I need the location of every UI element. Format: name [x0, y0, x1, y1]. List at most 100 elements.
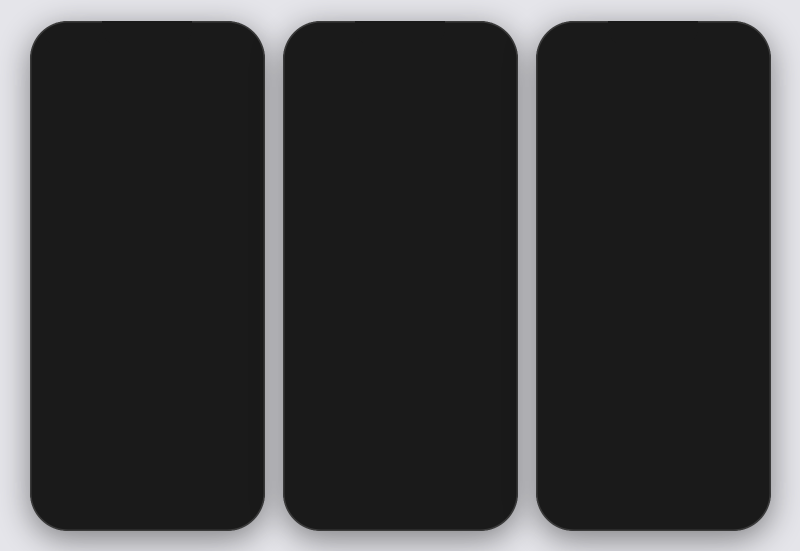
prepare-section: Prepare for New iPhone Make sure everyth… [540, 89, 767, 327]
chevron-iphone-storage [494, 163, 502, 171]
back-chevron-2 [295, 65, 305, 75]
section-group-2b: iPhone Storage Background App Refresh [287, 147, 514, 229]
chevron-legal [494, 503, 502, 511]
wallpaper-icon: 🖼 [44, 521, 70, 527]
list-item-notifications[interactable]: 🔔 Notifications [34, 98, 261, 143]
erase-button[interactable]: Erase All Content and Settings [552, 455, 755, 519]
homescreen-icon: ⊡ [44, 431, 70, 457]
list-item-datetime[interactable]: Date & Time [287, 238, 514, 278]
control-icon: ⊞ [44, 341, 70, 367]
dictionary-label: Dictionary [297, 410, 496, 426]
nav-back-label-3: General [561, 63, 607, 78]
chevron-control [241, 349, 249, 357]
settings-list-1[interactable]: 🔔 Notifications 🔊 Sounds & Haptics 🌙 Foc… [34, 89, 261, 527]
focus-label: Focus [80, 202, 243, 218]
legal-label: Legal & Regulatory [297, 500, 496, 516]
list-item-language[interactable]: Language & Region [287, 358, 514, 398]
homescreen-label: Home Screen [80, 436, 243, 452]
nav-title-2: General [372, 62, 428, 79]
prepare-icon [617, 113, 689, 178]
settings-list-2[interactable]: NFC iPhone Storage Background App Refres… [287, 89, 514, 527]
chevron-display [241, 394, 249, 402]
list-item-homescreen[interactable]: ⊡ Home Screen [34, 422, 261, 467]
list-item-vpn[interactable]: VPN & Device Management [287, 448, 514, 488]
bgrefresh-label: Background App Refresh [297, 200, 496, 216]
prepare-title: Prepare for New iPhone [557, 188, 749, 208]
section-group-2c: Date & Time Keyboard Fonts Language & Re… [287, 237, 514, 439]
list-item-bgrefresh[interactable]: Background App Refresh [287, 188, 514, 228]
nav-bar-3: General Transfer or Reset iPhone [540, 53, 767, 89]
nav-back-3[interactable]: General [550, 63, 607, 78]
vpn-label: VPN & Device Management [297, 459, 496, 475]
time-3: 13:29 [560, 36, 588, 48]
time-2: 13:28 [307, 36, 335, 48]
display-label: Display & Brightness [80, 391, 243, 407]
display-icon: AA [44, 386, 70, 412]
list-item-accessibility[interactable]: ♿ Accessibility [34, 467, 261, 512]
phone-screen-3: 13:29 ▲▲▲ 📶 🔋 General Transfer or Reset … [540, 25, 767, 527]
status-bar-3: 13:29 ▲▲▲ 📶 🔋 [540, 25, 767, 53]
get-started-link[interactable]: Get Started [617, 295, 689, 311]
list-item-wallpaper[interactable]: 🖼 Wallpaper [34, 512, 261, 527]
back-chevron-3 [548, 65, 558, 75]
section-group-1b: ⚙️ General ⊞ Control Center AA Display &… [34, 286, 261, 527]
phone-screen-2: 13:28 ▲▲▲ 📶 🔋 Settings General NFC [287, 25, 514, 527]
accessibility-icon: ♿ [44, 476, 70, 502]
screentime-label: Screen Time [80, 247, 243, 263]
reset-button[interactable]: Reset [540, 412, 767, 451]
list-item-sounds[interactable]: 🔊 Sounds & Haptics [34, 143, 261, 188]
phone-3: 13:29 ▲▲▲ 📶 🔋 General Transfer or Reset … [536, 21, 771, 531]
sounds-label: Sounds & Haptics [80, 157, 243, 173]
section-group-2a: NFC [287, 97, 514, 139]
status-icons-3: ▲▲▲ 📶 🔋 [684, 36, 747, 47]
time-1: 13:28 [54, 36, 82, 48]
status-icons-1: ▲▲▲ 📶 🔋 [178, 36, 241, 47]
list-item-control[interactable]: ⊞ Control Center [34, 332, 261, 377]
nav-back-2[interactable]: Settings [297, 63, 355, 78]
list-item-display[interactable]: AA Display & Brightness [34, 377, 261, 422]
general-icon: ⚙️ [44, 296, 70, 322]
list-item-general[interactable]: ⚙️ General [34, 287, 261, 332]
status-icons-2: ▲▲▲ 📶 🔋 [431, 36, 494, 47]
datetime-label: Date & Time [297, 249, 496, 265]
chevron-notifications [241, 115, 249, 123]
phone3-content: Prepare for New iPhone Make sure everyth… [540, 89, 767, 527]
nfc-label: NFC [297, 110, 496, 126]
list-item-iphone-storage[interactable]: iPhone Storage [287, 148, 514, 188]
focus-icon: 🌙 [44, 197, 70, 223]
nav-bar-2: Settings General [287, 53, 514, 89]
list-item-keyboard[interactable]: Keyboard [287, 278, 514, 318]
nav-back-label-2: Settings [308, 63, 355, 78]
chevron-sounds [241, 160, 249, 168]
chevron-focus [241, 205, 249, 213]
language-label: Language & Region [297, 369, 496, 385]
chevron-keyboard [494, 293, 502, 301]
chevron-homescreen [241, 439, 249, 447]
keyboard-label: Keyboard [297, 289, 496, 305]
chevron-nfc [494, 113, 502, 121]
prepare-desc: Make sure everything's ready to transfer… [556, 216, 751, 283]
list-item-focus[interactable]: 🌙 Focus [34, 188, 261, 233]
erase-label: Erase All Content and Settings [580, 469, 725, 504]
section-group-2d: VPN & Device Management Legal & Regulato… [287, 447, 514, 527]
status-bar-1: 13:28 ▲▲▲ 📶 🔋 [34, 25, 261, 53]
list-item-fonts[interactable]: Fonts [287, 318, 514, 358]
status-bar-2: 13:28 ▲▲▲ 📶 🔋 [287, 25, 514, 53]
sounds-icon: 🔊 [44, 152, 70, 178]
notifications-icon: 🔔 [44, 107, 70, 133]
screentime-icon: ⏱ [44, 242, 70, 268]
reset-label: Reset [632, 423, 674, 440]
list-item-nfc[interactable]: NFC [287, 98, 514, 138]
list-item-screentime[interactable]: ⏱ Screen Time [34, 233, 261, 277]
list-item-dictionary[interactable]: Dictionary [287, 398, 514, 438]
iphone-storage-label: iPhone Storage [297, 159, 496, 175]
general-label: General [80, 301, 243, 317]
chevron-general [241, 304, 249, 312]
chevron-bgrefresh [494, 203, 502, 211]
chevron-screentime [241, 250, 249, 258]
list-item-legal[interactable]: Legal & Regulatory [287, 488, 514, 527]
nav-bar-1: Settings [34, 53, 261, 89]
phone-screen-1: 13:28 ▲▲▲ 📶 🔋 Settings 🔔 Notifications 🔊 [34, 25, 261, 527]
phone-2: 13:28 ▲▲▲ 📶 🔋 Settings General NFC [283, 21, 518, 531]
chevron-dictionary [494, 413, 502, 421]
